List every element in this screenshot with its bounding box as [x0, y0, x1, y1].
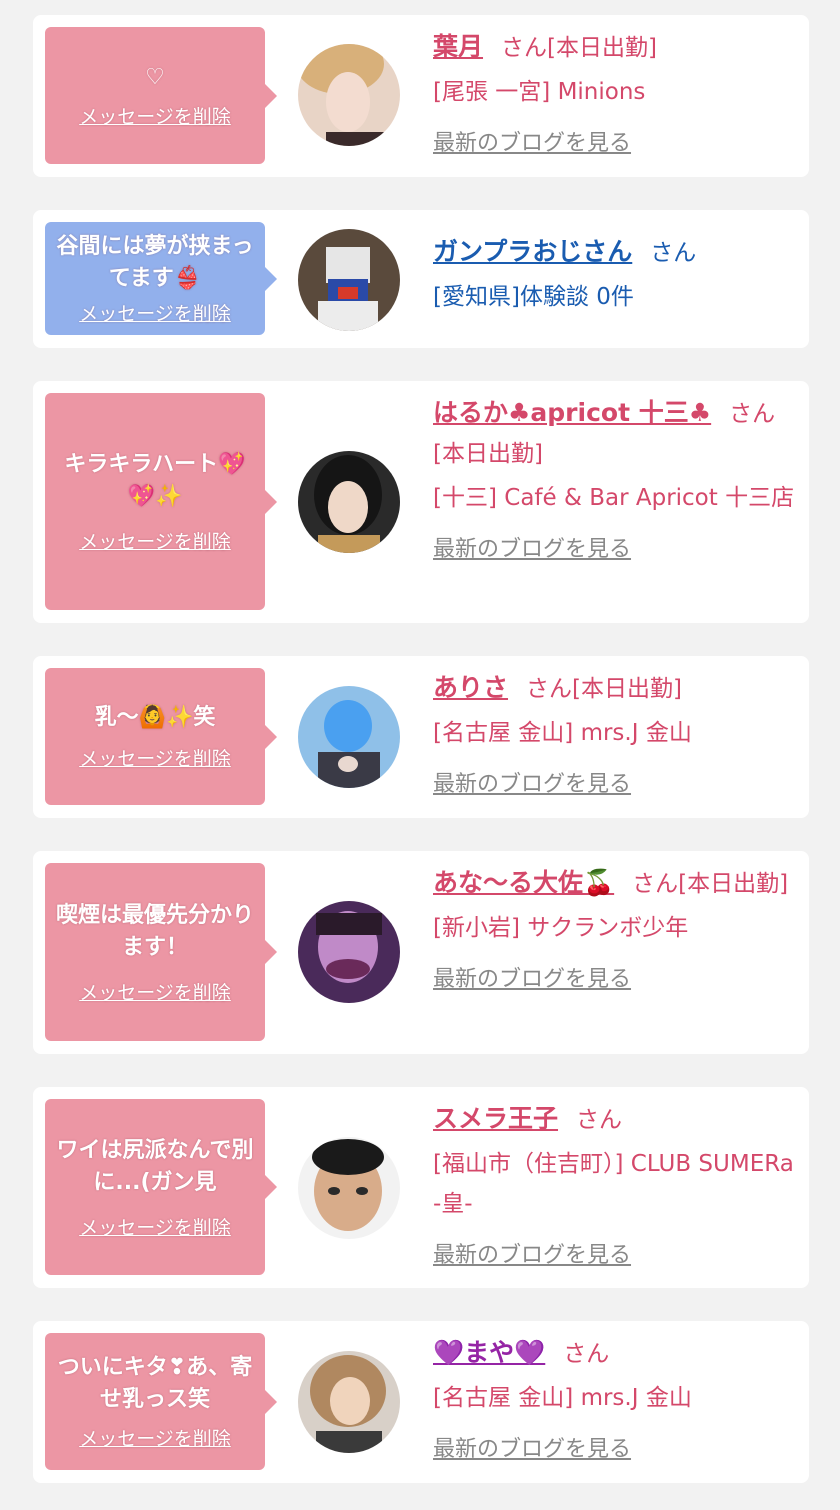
name-line: 葉月 さん[本日出勤]: [433, 27, 799, 68]
shop-info: [尾張 一宮] Minions: [433, 79, 646, 105]
avatar[interactable]: [298, 1137, 400, 1239]
avatar[interactable]: [298, 229, 400, 331]
avatar[interactable]: [298, 686, 400, 788]
name-line: はるか♣apricot 十三♣ さん: [433, 393, 799, 434]
attendance-status: [本日出勤]: [678, 871, 789, 897]
message-text: キラキラハート💖💖✨: [64, 452, 246, 509]
favorite-card: 喫煙は最優先分かります！ メッセージを削除 あな〜る大佐🍒 さん[本日出勤] [新…: [33, 851, 809, 1054]
avatar[interactable]: [298, 901, 400, 1003]
honorific: さん: [632, 871, 679, 897]
profile-name-link[interactable]: 💜まや💜: [433, 1338, 545, 1367]
latest-blog-link[interactable]: 最新のブログを見る: [433, 124, 631, 164]
delete-message-link[interactable]: メッセージを削除: [79, 978, 231, 1005]
profile-name-link[interactable]: はるか♣apricot 十三♣: [433, 398, 711, 427]
delete-message-link[interactable]: メッセージを削除: [79, 102, 231, 129]
name-line: スメラ王子 さん: [433, 1099, 799, 1140]
latest-blog-link[interactable]: 最新のブログを見る: [433, 1430, 631, 1470]
profile-info: はるか♣apricot 十三♣ さん [本日出勤] [十三] Café & Bar…: [433, 393, 799, 570]
delete-message-link[interactable]: メッセージを削除: [79, 527, 231, 554]
attendance-status: [本日出勤]: [433, 441, 543, 467]
profile-name-link[interactable]: ガンプラおじさん: [433, 237, 632, 266]
message-text: ♡: [145, 65, 165, 90]
honorific: さん: [650, 240, 697, 266]
latest-blog-link[interactable]: 最新のブログを見る: [433, 765, 631, 805]
delete-message-link[interactable]: メッセージを削除: [79, 1213, 231, 1240]
name-line: 💜まや💜 さん: [433, 1333, 799, 1374]
name-line: ガンプラおじさん さん: [433, 232, 799, 273]
profile-name-link[interactable]: あな〜る大佐🍒: [433, 868, 614, 897]
profile-name-link[interactable]: スメラ王子: [433, 1104, 558, 1133]
latest-blog-link[interactable]: 最新のブログを見る: [433, 1236, 631, 1276]
avatar[interactable]: [298, 1351, 400, 1453]
favorite-card: 乳〜🙆✨笑 メッセージを削除 ありさ さん[本日出勤] [名古屋 金山] mrs.…: [33, 656, 809, 818]
delete-message-link[interactable]: メッセージを削除: [79, 1424, 231, 1451]
honorific: さん: [501, 35, 548, 61]
profile-info: 葉月 さん[本日出勤] [尾張 一宮] Minions 最新のブログを見る: [433, 27, 799, 164]
shop-info: [名古屋 金山] mrs.J 金山: [433, 720, 692, 746]
profile-name-link[interactable]: 葉月: [433, 32, 483, 61]
shop-info: [愛知県]体験談 0件: [433, 284, 634, 310]
attendance-status: [本日出勤]: [547, 35, 657, 61]
favorite-card: 谷間には夢が挟まってます👙 メッセージを削除 ガンプラおじさん さん [愛知県]体…: [33, 210, 809, 348]
message-text: ついにキタ❣あ、寄せ乳っス笑: [57, 1355, 253, 1412]
delete-message-link[interactable]: メッセージを削除: [79, 744, 231, 771]
profile-name-link[interactable]: ありさ: [433, 673, 508, 702]
shop-info: [福山市（住吉町）] CLUB SUMERa -皇-: [433, 1151, 794, 1217]
message-bubble: 谷間には夢が挟まってます👙 メッセージを削除: [45, 222, 277, 335]
message-text: ワイは尻派なんで別に...(ガン見: [56, 1137, 254, 1195]
profile-info: あな〜る大佐🍒 さん[本日出勤] [新小岩] サクランボ少年 最新のブログを見る: [433, 863, 799, 1000]
message-bubble: ついにキタ❣あ、寄せ乳っス笑 メッセージを削除: [45, 1333, 277, 1470]
shop-info: [十三] Café & Bar Apricot 十三店: [433, 485, 795, 511]
latest-blog-link[interactable]: 最新のブログを見る: [433, 530, 631, 570]
message-bubble: 喫煙は最優先分かります！ メッセージを削除: [45, 863, 277, 1041]
name-line: あな〜る大佐🍒 さん[本日出勤]: [433, 863, 799, 904]
shop-info: [新小岩] サクランボ少年: [433, 915, 689, 941]
honorific: さん: [563, 1341, 610, 1367]
latest-blog-link[interactable]: 最新のブログを見る: [433, 960, 631, 1000]
message-text: 喫煙は最優先分かります！: [55, 902, 254, 960]
honorific: さん: [576, 1107, 623, 1133]
delete-message-link[interactable]: メッセージを削除: [79, 299, 231, 326]
favorite-card: ワイは尻派なんで別に...(ガン見 メッセージを削除 スメラ王子 さん [福山市（…: [33, 1087, 809, 1288]
profile-info: ありさ さん[本日出勤] [名古屋 金山] mrs.J 金山 最新のブログを見る: [433, 668, 799, 805]
message-bubble: キラキラハート💖💖✨ メッセージを削除: [45, 393, 277, 610]
message-bubble: 乳〜🙆✨笑 メッセージを削除: [45, 668, 277, 805]
profile-info: ガンプラおじさん さん [愛知県]体験談 0件: [433, 232, 799, 317]
attendance-status: [本日出勤]: [572, 676, 682, 702]
message-text: 乳〜🙆✨笑: [94, 705, 216, 730]
avatar[interactable]: [298, 44, 400, 146]
honorific: さん: [729, 401, 776, 427]
honorific: さん: [526, 676, 573, 702]
message-text: 谷間には夢が挟まってます👙: [56, 234, 254, 291]
message-bubble: ♡ メッセージを削除: [45, 27, 277, 164]
shop-info: [名古屋 金山] mrs.J 金山: [433, 1385, 692, 1411]
favorite-card: ついにキタ❣あ、寄せ乳っス笑 メッセージを削除 💜まや💜 さん [名古屋 金山] …: [33, 1321, 809, 1483]
message-bubble: ワイは尻派なんで別に...(ガン見 メッセージを削除: [45, 1099, 277, 1275]
profile-info: 💜まや💜 さん [名古屋 金山] mrs.J 金山 最新のブログを見る: [433, 1333, 799, 1470]
profile-info: スメラ王子 さん [福山市（住吉町）] CLUB SUMERa -皇- 最新のブロ…: [433, 1099, 799, 1276]
favorite-card: キラキラハート💖💖✨ メッセージを削除 はるか♣apricot 十三♣ さん [本…: [33, 381, 809, 623]
favorite-card: ♡ メッセージを削除 葉月 さん[本日出勤] [尾張 一宮] Minions 最新…: [33, 15, 809, 177]
name-line: ありさ さん[本日出勤]: [433, 668, 799, 709]
avatar[interactable]: [298, 451, 400, 553]
